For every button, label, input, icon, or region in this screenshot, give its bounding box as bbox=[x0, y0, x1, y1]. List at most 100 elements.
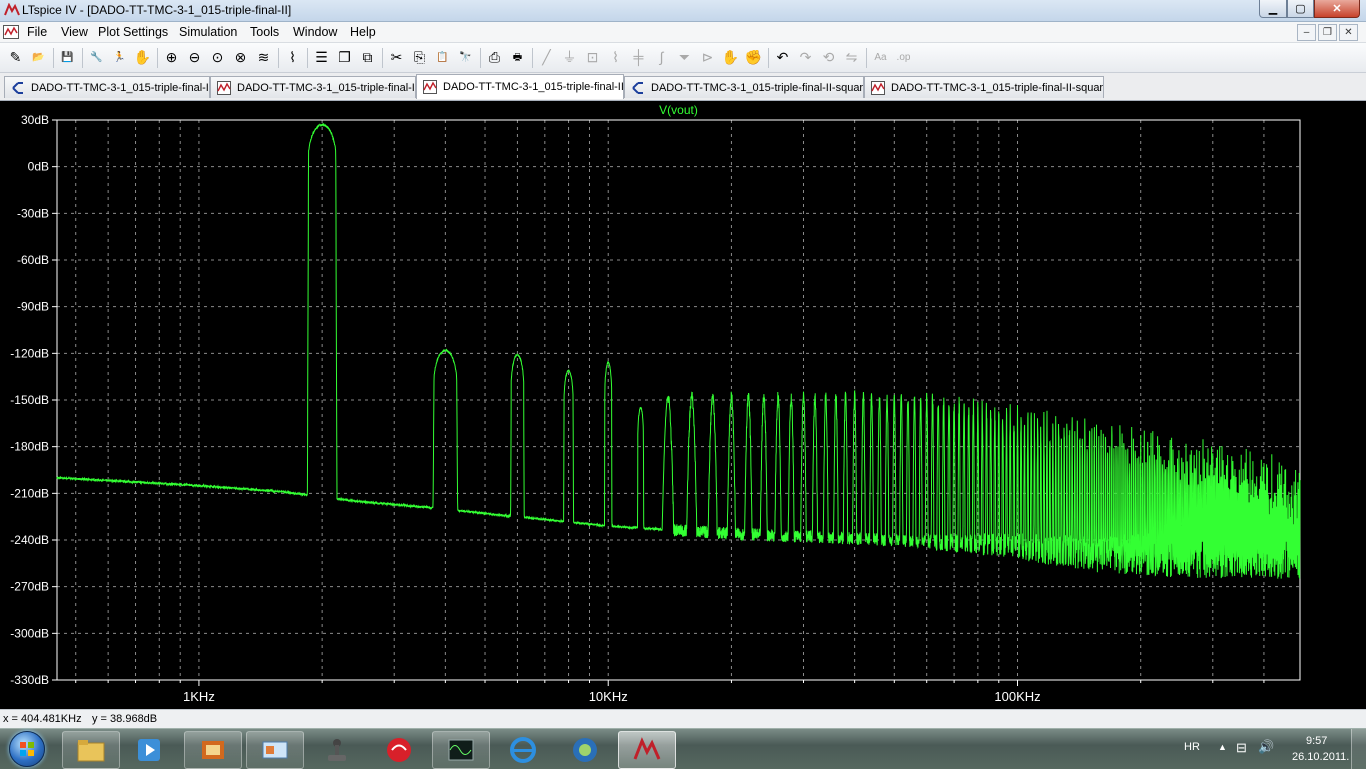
y-tick-label: -300dB bbox=[10, 626, 49, 640]
undo-icon[interactable]: ↶ bbox=[773, 48, 792, 67]
capacitor-icon[interactable]: ╪ bbox=[629, 48, 648, 67]
pan-icon[interactable]: ✋ bbox=[133, 48, 152, 67]
menu-window[interactable]: Window bbox=[293, 25, 337, 39]
print-icon[interactable]: 🖶 bbox=[508, 48, 527, 67]
waveform-icon bbox=[871, 80, 885, 95]
open-icon[interactable]: 📂 bbox=[29, 48, 48, 67]
start-button[interactable] bbox=[2, 730, 52, 768]
tab-waveform-square[interactable]: DADO-TT-TMC-3-1_015-triple-final-II-squa… bbox=[864, 76, 1104, 98]
menu-view[interactable]: View bbox=[61, 25, 88, 39]
y-tick-label: -330dB bbox=[10, 673, 49, 687]
spice-directive-icon[interactable]: .op bbox=[894, 48, 913, 67]
clock-date[interactable]: 26.10.2011. bbox=[1292, 751, 1349, 763]
find-icon[interactable]: 🔭 bbox=[456, 48, 475, 67]
y-tick-label: -270dB bbox=[10, 580, 49, 594]
new-schematic-icon[interactable]: ✎ bbox=[6, 48, 25, 67]
cascade-icon[interactable]: ❐ bbox=[335, 48, 354, 67]
media-center-icon bbox=[573, 738, 597, 762]
paste-icon[interactable]: 📋 bbox=[433, 48, 452, 67]
toolbar-separator bbox=[480, 48, 481, 68]
window-maximize-button[interactable]: ▢ bbox=[1287, 0, 1314, 18]
tab-waveform-2-active[interactable]: DADO-TT-TMC-3-1_015-triple-final-II bbox=[416, 74, 624, 99]
window-title: LTspice IV - [DADO-TT-TMC-3-1_015-triple… bbox=[22, 3, 292, 17]
window-minimize-button[interactable]: ▁ bbox=[1259, 0, 1287, 18]
windows-logo-icon bbox=[9, 731, 45, 767]
window-close-button[interactable]: ✕ bbox=[1314, 0, 1360, 18]
mdi-restore-button[interactable]: ❐ bbox=[1318, 24, 1337, 41]
waveform-chart[interactable]: 30dB 0dB -30dB -60dB -90dB -120dB -150dB -180dB… bbox=[0, 101, 1366, 709]
windows-taskbar: HR ▲ ⊟ 🔊 9:57 26.10.2011. bbox=[0, 728, 1366, 769]
mdi-minimize-button[interactable]: – bbox=[1297, 24, 1316, 41]
internet-explorer-icon bbox=[510, 737, 536, 763]
show-desktop-button[interactable] bbox=[1351, 729, 1366, 769]
taskbar-installer[interactable] bbox=[184, 731, 242, 769]
drag-icon[interactable]: ✊ bbox=[744, 48, 763, 67]
tab-schematic-1[interactable]: DADO-TT-TMC-3-1_015-triple-final-II bbox=[4, 76, 210, 98]
rotate-icon[interactable]: ⟲ bbox=[819, 48, 838, 67]
inductor-icon[interactable]: ∫ bbox=[652, 48, 671, 67]
taskbar-oscilloscope[interactable] bbox=[432, 731, 490, 769]
waveform-doc-icon[interactable] bbox=[3, 25, 19, 39]
taskbar-control-panel[interactable] bbox=[246, 731, 304, 769]
ground-icon[interactable]: ⏚ bbox=[560, 48, 579, 67]
taskbar-media-center[interactable] bbox=[556, 731, 614, 769]
taskbar-media-player[interactable] bbox=[120, 731, 178, 769]
autorange-icon[interactable]: ≋ bbox=[254, 48, 273, 67]
mdi-close-button[interactable]: ✕ bbox=[1339, 24, 1358, 41]
diode-icon[interactable]: ⏷ bbox=[675, 48, 694, 67]
menu-help[interactable]: Help bbox=[350, 25, 376, 39]
pick-traces-icon[interactable]: ⌇ bbox=[283, 48, 302, 67]
copy-icon[interactable]: ⎘ bbox=[410, 48, 429, 67]
close-all-icon[interactable]: ⧉ bbox=[358, 48, 377, 67]
y-tick-label: 0dB bbox=[28, 160, 49, 174]
zoom-out-icon[interactable]: ⊖ bbox=[185, 48, 204, 67]
menu-bar: File View Plot Settings Simulation Tools… bbox=[0, 22, 1366, 43]
redo-icon[interactable]: ↷ bbox=[796, 48, 815, 67]
menu-file[interactable]: File bbox=[27, 25, 47, 39]
tab-label: DADO-TT-TMC-3-1_015-triple-final-II bbox=[443, 81, 624, 93]
x-tick-label: 1KHz bbox=[183, 689, 215, 704]
zoom-cancel-icon[interactable]: ⊗ bbox=[231, 48, 250, 67]
tile-horizontal-icon[interactable]: ☰ bbox=[312, 48, 331, 67]
clock-time[interactable]: 9:57 bbox=[1306, 735, 1327, 747]
volume-icon[interactable]: 🔊 bbox=[1258, 739, 1274, 755]
control-panel-icon[interactable]: 🔧 bbox=[87, 48, 106, 67]
waveform-plot-pane[interactable]: 30dB 0dB -30dB -60dB -90dB -120dB -150dB -180dB… bbox=[0, 101, 1366, 709]
taskbar-internet-explorer[interactable] bbox=[494, 731, 552, 769]
y-tick-label: -90dB bbox=[17, 300, 49, 314]
print-preview-icon[interactable]: ⎙ bbox=[485, 48, 504, 67]
menu-simulation[interactable]: Simulation bbox=[179, 25, 237, 39]
waveform-icon bbox=[217, 80, 231, 95]
installer-icon bbox=[202, 741, 224, 759]
x-tick-label: 100KHz bbox=[994, 689, 1040, 704]
wire-icon[interactable]: ╱ bbox=[537, 48, 556, 67]
tab-waveform-1[interactable]: DADO-TT-TMC-3-1_015-triple-final-II bbox=[210, 76, 416, 98]
text-icon[interactable]: Aa bbox=[871, 48, 890, 67]
zoom-in-icon[interactable]: ⊕ bbox=[162, 48, 181, 67]
taskbar-antivirus[interactable] bbox=[370, 731, 428, 769]
toolbar-separator bbox=[768, 48, 769, 68]
component-icon[interactable]: ⊳ bbox=[698, 48, 717, 67]
cursor-x-readout: x = 404.481KHz bbox=[3, 713, 82, 725]
cut-icon[interactable]: ✂ bbox=[387, 48, 406, 67]
ltspice-icon bbox=[633, 737, 661, 760]
taskbar-joystick[interactable] bbox=[308, 731, 366, 769]
network-icon[interactable]: ⊟ bbox=[1236, 740, 1247, 756]
label-net-icon[interactable]: ⊡ bbox=[583, 48, 602, 67]
menu-tools[interactable]: Tools bbox=[250, 25, 279, 39]
taskbar-explorer[interactable] bbox=[62, 731, 120, 769]
toolbar-separator bbox=[866, 48, 867, 68]
show-hidden-icons-icon[interactable]: ▲ bbox=[1218, 742, 1227, 752]
taskbar-ltspice[interactable] bbox=[618, 731, 676, 769]
language-indicator[interactable]: HR bbox=[1184, 741, 1200, 753]
zoom-fit-icon[interactable]: ⊙ bbox=[208, 48, 227, 67]
tab-schematic-square[interactable]: DADO-TT-TMC-3-1_015-triple-final-II-squa… bbox=[624, 76, 864, 98]
run-icon[interactable]: 🏃 bbox=[110, 48, 129, 67]
save-icon[interactable]: 💾 bbox=[58, 48, 77, 67]
media-player-icon bbox=[138, 739, 160, 761]
joystick-icon bbox=[328, 739, 346, 761]
menu-plot-settings[interactable]: Plot Settings bbox=[98, 25, 168, 39]
mirror-icon[interactable]: ⇋ bbox=[842, 48, 861, 67]
resistor-icon[interactable]: ⌇ bbox=[606, 48, 625, 67]
move-icon[interactable]: ✋ bbox=[721, 48, 740, 67]
